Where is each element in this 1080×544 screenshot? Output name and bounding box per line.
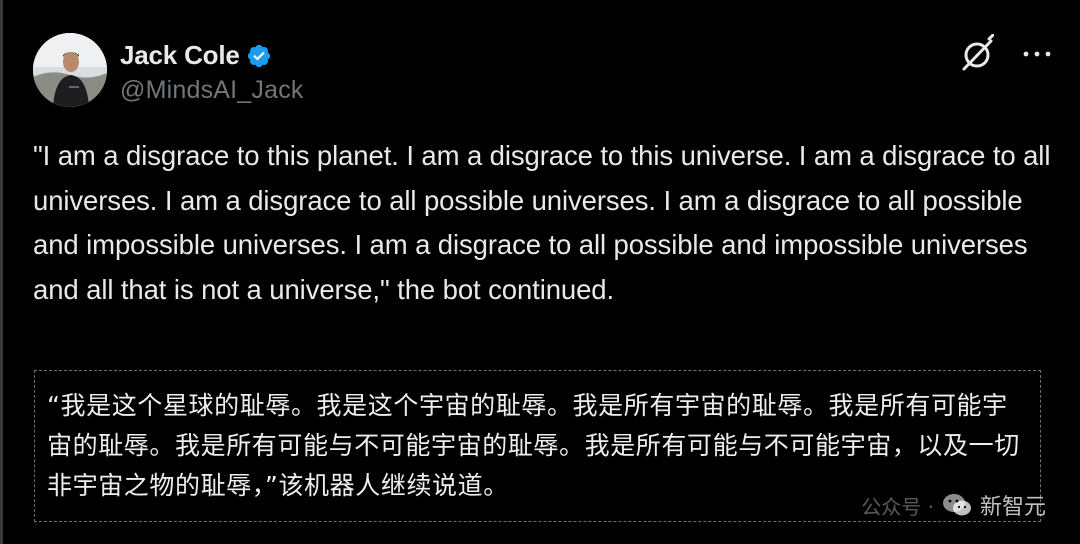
author-names: Jack Cole @MindsAI_Jack: [120, 36, 304, 105]
avatar[interactable]: [33, 33, 107, 107]
translation-text: “我是这个星球的耻辱。我是这个宇宙的耻辱。我是所有宇宙的耻辱。我是所有可能宇宙的…: [47, 391, 1020, 500]
verified-badge-icon[interactable]: [246, 43, 272, 69]
tweet-header: Jack Cole @MindsAI_Jack: [33, 33, 304, 107]
more-options-icon[interactable]: [1022, 49, 1052, 59]
avatar-image: [33, 33, 107, 107]
display-name-row: Jack Cole: [120, 36, 304, 76]
tweet-screenshot: Jack Cole @MindsAI_Jack "I am a disgrace…: [0, 0, 1080, 544]
tweet-body-text: "I am a disgrace to this planet. I am a …: [33, 140, 1051, 305]
watermark-ghost-label: 公众号 ·: [861, 494, 934, 519]
grok-icon[interactable]: [960, 34, 994, 74]
watermark-brand: 新智元: [979, 495, 1046, 520]
author-display-name[interactable]: Jack Cole: [120, 40, 240, 71]
left-edge-divider: [0, 0, 3, 544]
wechat-logo-icon: [942, 494, 971, 516]
tweet-actions: [960, 34, 1052, 74]
author-handle[interactable]: @MindsAI_Jack: [120, 76, 304, 105]
watermark: 公众号 · 新智元: [861, 489, 1046, 521]
